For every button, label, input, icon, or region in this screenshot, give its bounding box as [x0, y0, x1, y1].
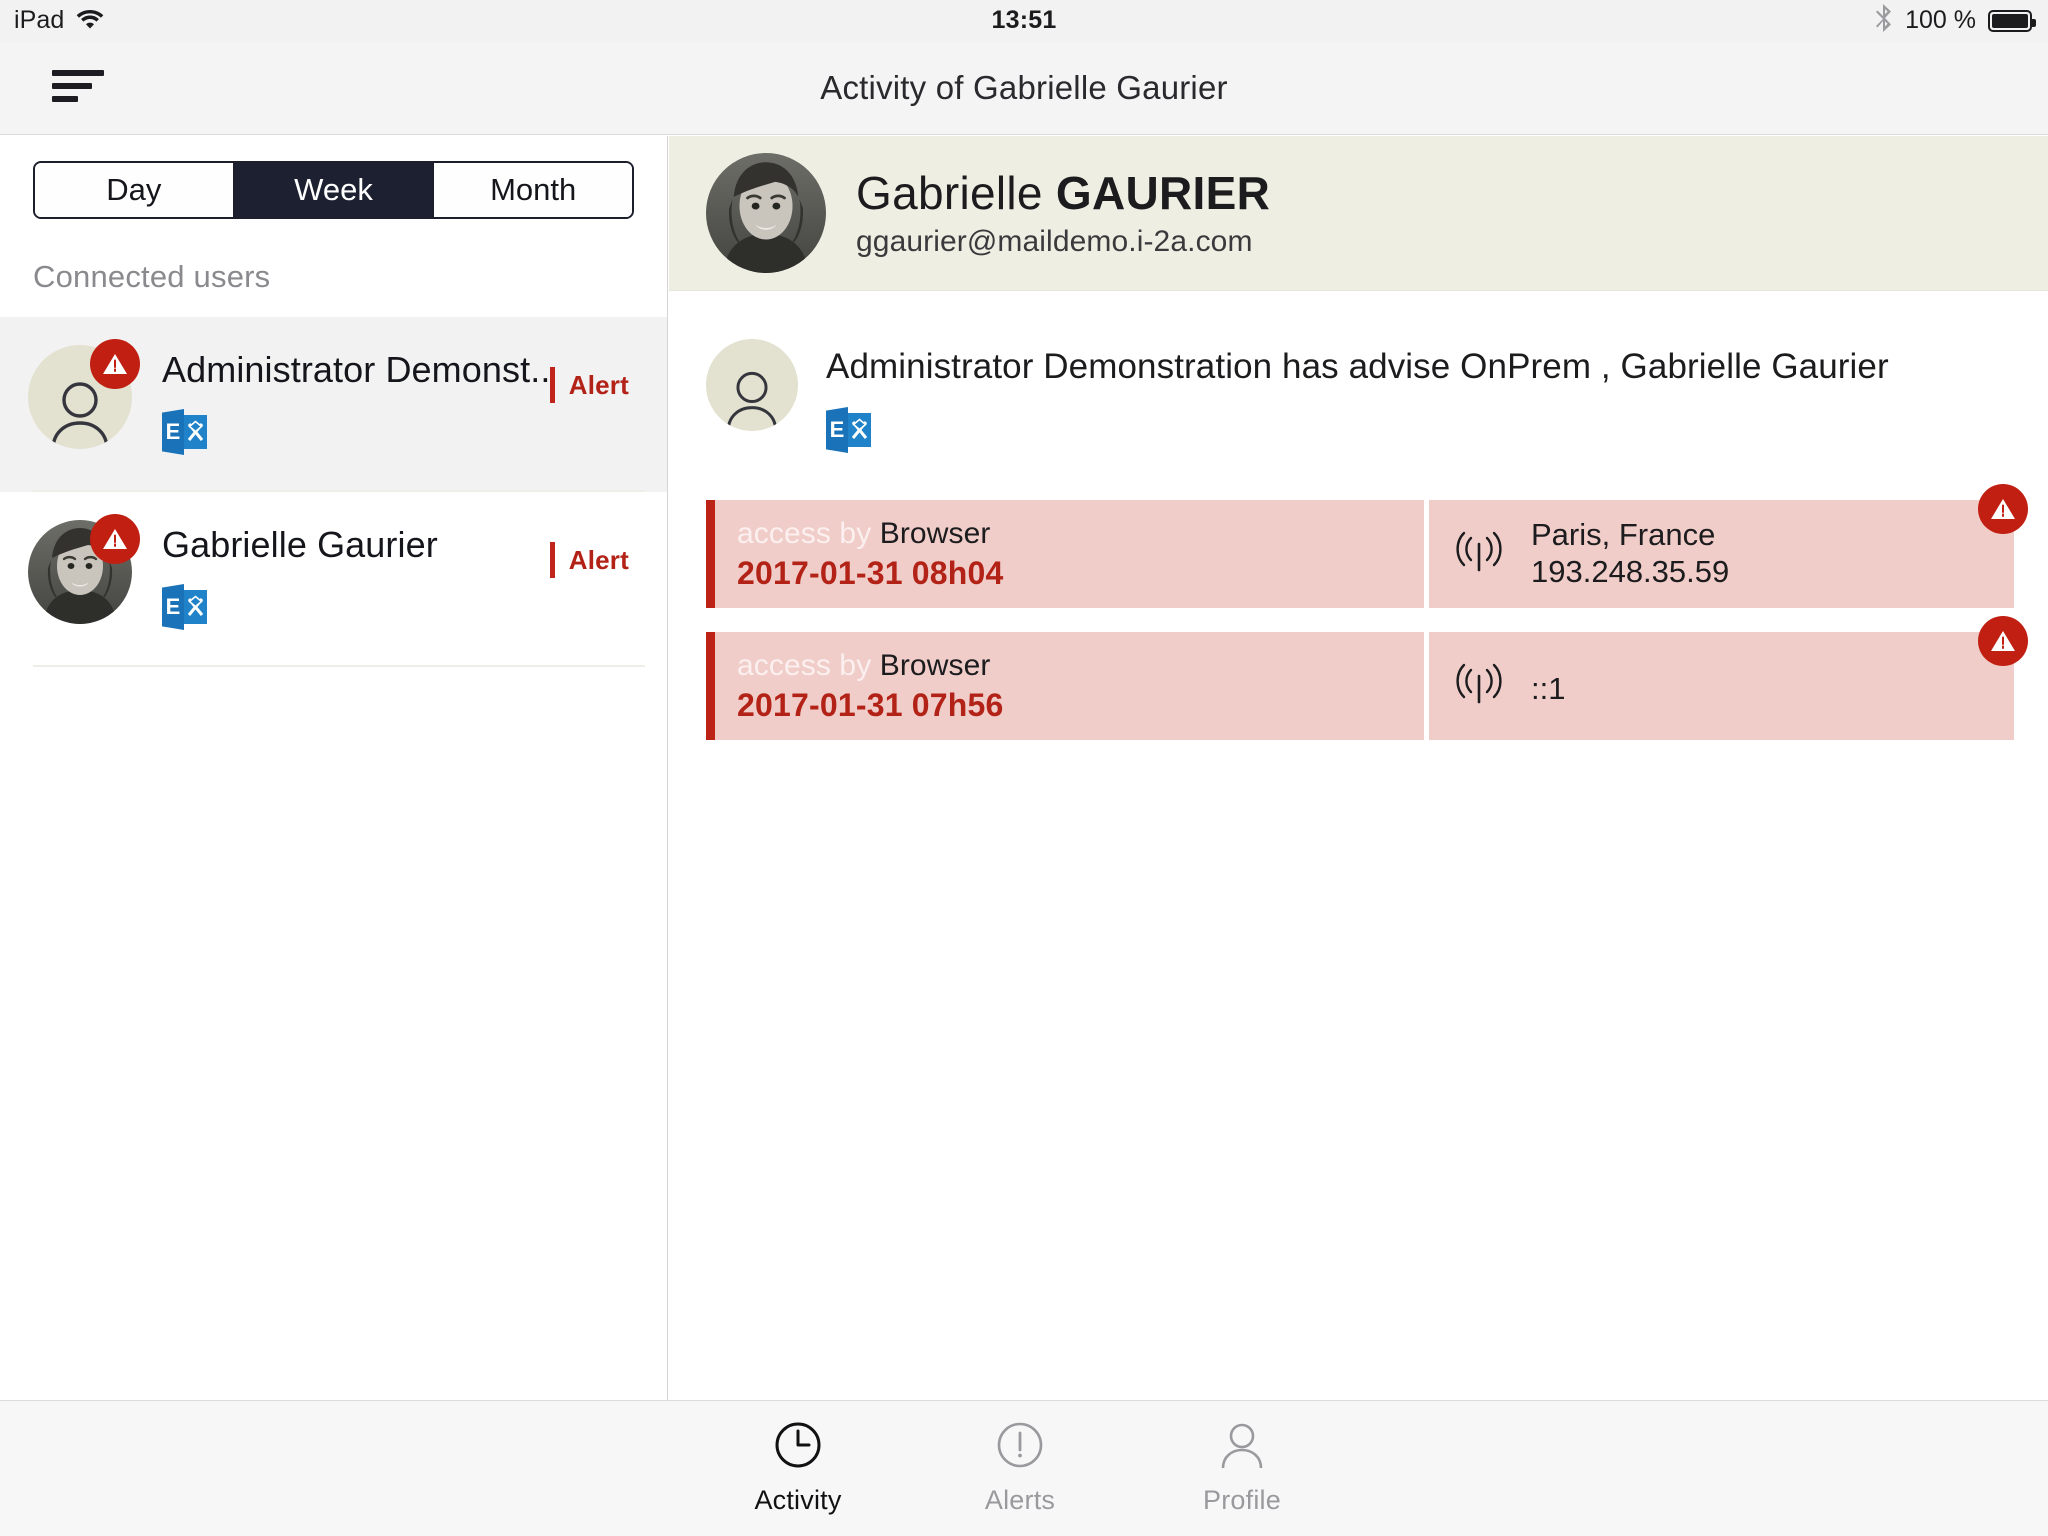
microsoft-exchange-icon: E — [826, 405, 871, 453]
broadcast-signal-icon — [1455, 662, 1503, 711]
user-name: Gabrielle Gaurier — [162, 524, 438, 565]
status-badge: Alert — [549, 530, 629, 578]
profile-name: Gabrielle GAURIER — [856, 167, 1270, 220]
sidebar: Day Week Month Connected users Administr… — [0, 136, 668, 1400]
tab-activity[interactable]: Activity — [687, 1421, 909, 1516]
access-timestamp: 2017-01-31 08h04 — [737, 554, 1004, 591]
battery-percent: 100 % — [1905, 6, 1976, 34]
avatar — [28, 514, 140, 624]
microsoft-exchange-icon: E — [162, 582, 207, 630]
profile-email: ggaurier@maildemo.i-2a.com — [856, 225, 1253, 259]
segment-week[interactable]: Week — [234, 163, 435, 217]
divider — [33, 665, 645, 667]
activity-services: E — [826, 405, 1889, 458]
tab-list: Activity Alerts Profile — [687, 1421, 1353, 1516]
list-item[interactable]: Gabrielle Gaurier E Alert — [0, 492, 667, 667]
user-services: E — [162, 582, 550, 635]
activity-body: Administrator Demonstration has advise O… — [826, 339, 1889, 458]
access-method: Browser — [879, 648, 991, 682]
tab-profile[interactable]: Profile — [1131, 1421, 1353, 1516]
avatar — [706, 153, 826, 273]
user-services: E — [162, 407, 550, 460]
location-ip: 193.248.35.59 — [1531, 554, 1730, 589]
access-card[interactable]: access by Browser 2017-01-31 08h04 — [706, 500, 1424, 608]
list-item-content: Gabrielle Gaurier E — [162, 520, 550, 635]
alert-triangle-icon — [90, 339, 140, 389]
status-bar-time: 13:51 — [991, 6, 1057, 34]
location-ip: ::1 — [1531, 670, 1566, 706]
person-icon — [1218, 1421, 1266, 1474]
activity-message: Administrator Demonstration has advise O… — [826, 347, 1889, 386]
segment-day[interactable]: Day — [35, 163, 235, 217]
access-card[interactable]: access by Browser 2017-01-31 07h56 — [706, 632, 1424, 740]
alert-triangle-icon — [1978, 484, 2028, 534]
avatar — [28, 339, 140, 449]
clock-icon — [774, 1421, 822, 1474]
list-item[interactable]: Administrator Demonst... E Alert — [0, 317, 667, 492]
alert-triangle-icon — [90, 514, 140, 564]
period-segmented-control[interactable]: Day Week Month — [33, 161, 634, 219]
alert-bar — [549, 367, 555, 403]
nav-bar: Activity of Gabrielle Gaurier — [0, 41, 2048, 135]
alert-label: Alert — [568, 369, 629, 400]
profile-text: Gabrielle GAURIER ggaurier@maildemo.i-2a… — [856, 167, 1270, 260]
alert-triangle-icon — [1978, 616, 2028, 666]
access-prefix: access by — [737, 648, 872, 682]
bluetooth-icon — [1875, 3, 1893, 38]
status-bar-right: 100 % — [1875, 3, 2036, 38]
table-row[interactable]: access by Browser 2017-01-31 08h04 Paris… — [706, 484, 2028, 608]
connected-users-label: Connected users — [33, 259, 271, 294]
battery-full-icon — [1988, 9, 2036, 32]
exclamation-circle-icon — [996, 1421, 1044, 1474]
location-text: Paris, France 193.248.35.59 — [1531, 517, 1729, 590]
location-city: Paris, France — [1531, 517, 1716, 553]
access-line: access by Browser — [737, 517, 1004, 551]
tab-label: Activity — [754, 1485, 842, 1515]
tab-label: Alerts — [984, 1485, 1056, 1515]
access-line: access by Browser — [737, 649, 1004, 683]
list-item-content: Administrator Demonst... E — [162, 345, 550, 460]
page-title: Activity of Gabrielle Gaurier — [820, 68, 1228, 106]
table-row[interactable]: access by Browser 2017-01-31 07h56::1 — [706, 616, 2028, 740]
activity-block: Administrator Demonstration has advise O… — [669, 291, 2048, 740]
activity-header: Administrator Demonstration has advise O… — [669, 339, 2048, 458]
alert-label: Alert — [568, 544, 629, 575]
broadcast-signal-icon — [1455, 530, 1503, 579]
status-bar: iPad 13:51 100 % — [0, 0, 2048, 41]
profile-first-name: Gabrielle — [856, 166, 1043, 219]
connected-users-list: Administrator Demonst... E Alert Gabriel… — [0, 317, 667, 667]
app-root: iPad 13:51 100 % Activity of Gabrielle G… — [0, 0, 2048, 1536]
user-name: Administrator Demonst... — [162, 349, 550, 390]
tab-bar: Activity Alerts Profile — [0, 1400, 2048, 1536]
access-prefix: access by — [737, 516, 872, 550]
tab-label: Profile — [1203, 1485, 1281, 1515]
location-card[interactable]: Paris, France 193.248.35.59 — [1429, 484, 2028, 608]
main-panel: Gabrielle GAURIER ggaurier@maildemo.i-2a… — [669, 136, 2048, 1400]
segment-month[interactable]: Month — [434, 163, 632, 217]
profile-header: Gabrielle GAURIER ggaurier@maildemo.i-2a… — [669, 136, 2048, 291]
access-method: Browser — [879, 516, 991, 550]
location-text: ::1 — [1531, 665, 1565, 708]
tab-alerts[interactable]: Alerts — [909, 1421, 1131, 1516]
activity-entries: access by Browser 2017-01-31 08h04 Paris… — [669, 458, 2048, 740]
alert-bar — [549, 542, 555, 578]
location-card[interactable]: ::1 — [1429, 616, 2028, 740]
access-timestamp: 2017-01-31 07h56 — [737, 686, 1004, 723]
profile-last-name: GAURIER — [1055, 166, 1271, 219]
status-badge: Alert — [549, 355, 629, 403]
default-person-avatar — [706, 339, 798, 431]
microsoft-exchange-icon: E — [162, 407, 207, 455]
